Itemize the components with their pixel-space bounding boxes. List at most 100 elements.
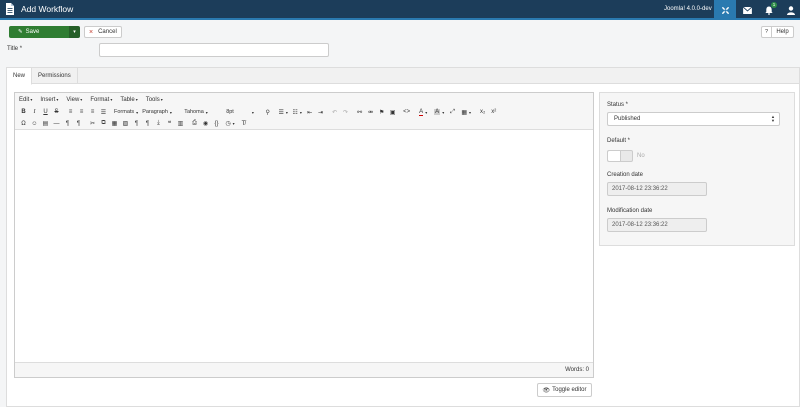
modification-date-field: 2017-08-12 23:36:22 — [607, 218, 707, 232]
horizontal-rule-icon[interactable]: — — [51, 119, 62, 129]
block-format-dropdown[interactable]: Paragraph ▾ — [140, 107, 182, 117]
toggle-editor-label: Toggle editor — [552, 387, 587, 393]
find-replace-icon[interactable]: ⚲ — [262, 107, 273, 117]
save-label: Save — [25, 29, 40, 35]
unlink-icon[interactable]: ⚮ — [365, 107, 376, 117]
align-left-icon[interactable]: ≡ — [65, 107, 76, 117]
user-menu-button[interactable] — [780, 0, 800, 20]
template-icon[interactable]: ▥ — [175, 119, 186, 129]
version-link[interactable]: Joomla! 4.0.0-dev — [664, 6, 712, 12]
subscript-icon[interactable]: x₂ — [477, 107, 488, 117]
editor-statusbar: Words: 0 — [15, 362, 593, 377]
creation-date-label: Creation date — [607, 172, 644, 178]
messages-button[interactable] — [736, 0, 758, 20]
numbered-list-icon[interactable]: ☷ ▾ — [290, 107, 304, 117]
menu-edit[interactable]: Edit▾ — [19, 97, 32, 103]
emoticons-icon[interactable]: ☺ — [29, 119, 40, 129]
title-label: Title * — [7, 46, 23, 52]
default-label: Default * — [607, 138, 631, 144]
notification-badge: 1 — [771, 2, 777, 8]
user-icon — [787, 5, 795, 15]
paste-icon[interactable]: ▦ — [109, 119, 120, 129]
tab-permissions[interactable]: Permissions — [32, 68, 78, 84]
background-color-icon[interactable]: A ▾ — [431, 107, 447, 117]
edit-icon: ✎ — [18, 29, 23, 35]
notifications-button[interactable]: 1 — [758, 0, 780, 20]
menu-insert[interactable]: Insert▾ — [40, 97, 58, 103]
eye-icon: 👁 — [542, 387, 551, 394]
editor-menubar: Edit▾ Insert▾ View▾ Format▾ Table▾ Tools… — [15, 93, 593, 106]
select-arrows-icon: ▲ ▼ — [771, 114, 775, 123]
special-character-icon[interactable]: Ω — [18, 119, 29, 129]
superscript-icon[interactable]: x² — [488, 107, 499, 117]
editor-toolbar-row-1: B I U S ≡ ≡ ≡ ☰ Formats ▾ Paragraph ▾ Taho… — [15, 106, 593, 118]
cancel-button[interactable]: × Cancel — [84, 26, 122, 38]
rtl-icon[interactable]: ¶ — [73, 119, 84, 129]
creation-date-field: 2017-08-12 23:36:22 — [607, 182, 707, 196]
align-justify-icon[interactable]: ☰ — [98, 107, 109, 117]
strikethrough-icon[interactable]: S — [51, 107, 62, 117]
default-switch[interactable] — [607, 150, 633, 162]
default-value: No — [637, 153, 645, 159]
menu-table[interactable]: Table▾ — [120, 97, 137, 103]
tab-new[interactable]: New — [7, 68, 33, 85]
switch-knob — [608, 151, 621, 161]
help-button[interactable]: Help — [772, 26, 794, 38]
envelope-icon — [742, 6, 752, 14]
font-family-dropdown[interactable]: Tahoma ▾ — [182, 107, 224, 117]
indent-icon[interactable]: ⇥ — [315, 107, 326, 117]
table-icon[interactable]: ▦ ▾ — [458, 107, 474, 117]
code-sample-icon[interactable]: {} — [211, 119, 222, 129]
cut-icon[interactable]: ✂ — [87, 119, 98, 129]
formats-dropdown[interactable]: Formats ▾ — [112, 107, 140, 117]
italic-icon[interactable]: I — [29, 107, 40, 117]
outdent-icon[interactable]: ⇤ — [304, 107, 315, 117]
visual-blocks-icon[interactable]: ¶ — [142, 119, 153, 129]
align-right-icon[interactable]: ≡ — [87, 107, 98, 117]
word-count: Words: 0 — [565, 367, 589, 373]
clear-formatting-icon[interactable]: T̸ — [238, 119, 249, 129]
fullscreen-icon[interactable]: ⤢ — [447, 107, 458, 117]
help-question-icon[interactable]: ? — [761, 26, 772, 38]
code-icon[interactable]: <> — [401, 107, 412, 117]
page-title: Add Workflow — [21, 4, 74, 14]
anchor-icon[interactable]: ⚑ — [376, 107, 387, 117]
action-toolbar: ✎ Save ▾ × Cancel ? Help — [0, 22, 800, 40]
insert-datetime-icon[interactable]: ◷ ▾ — [222, 119, 238, 129]
paste-text-icon[interactable]: ▨ — [120, 119, 131, 129]
preview-icon[interactable]: ◉ — [200, 119, 211, 129]
image-icon[interactable]: ▣ — [387, 107, 398, 117]
editor-toolbar-row-2: Ω ☺ ▤ — ¶ ¶ ✂ ⧉ ▦ ▨ ¶ ¶ ⤓ ❝ ▥ ⎙ ◉ {} ◷ ▾ … — [15, 118, 593, 130]
title-input[interactable] — [99, 43, 329, 57]
document-icon — [0, 0, 20, 19]
media-icon[interactable]: ▤ — [40, 119, 51, 129]
save-dropdown-toggle[interactable]: ▾ — [69, 26, 80, 38]
blockquote-icon[interactable]: ❝ — [164, 119, 175, 129]
link-icon[interactable]: ⚯ — [354, 107, 365, 117]
ltr-icon[interactable]: ¶ — [62, 119, 73, 129]
visual-chars-icon[interactable]: ¶ — [131, 119, 142, 129]
status-value: Published — [614, 116, 641, 122]
text-color-icon[interactable]: A ▾ — [415, 107, 431, 117]
bullet-list-icon[interactable]: ☰ ▾ — [276, 107, 290, 117]
underline-icon[interactable]: U — [40, 107, 51, 117]
redo-icon[interactable]: ↷ — [340, 107, 351, 117]
editor-content-area[interactable] — [15, 131, 593, 362]
bold-icon[interactable]: B — [18, 107, 29, 117]
toggle-editor-button[interactable]: 👁 Toggle editor — [537, 383, 592, 397]
align-center-icon[interactable]: ≡ — [76, 107, 87, 117]
caret-down-icon: ▾ — [73, 29, 76, 35]
font-size-dropdown[interactable]: 8pt ▾ — [224, 107, 262, 117]
close-icon: × — [89, 28, 94, 36]
save-button[interactable]: ✎ Save — [9, 26, 69, 38]
print-icon[interactable]: ⎙ — [189, 119, 200, 129]
undo-icon[interactable]: ↶ — [329, 107, 340, 117]
save-content-icon[interactable]: ⤓ — [153, 119, 164, 129]
menu-format[interactable]: Format▾ — [90, 97, 112, 103]
joomla-logo-button[interactable] — [714, 0, 736, 20]
menu-tools[interactable]: Tools▾ — [146, 97, 163, 103]
joomla-icon — [721, 6, 729, 14]
copy-icon[interactable]: ⧉ — [98, 119, 109, 129]
menu-view[interactable]: View▾ — [66, 97, 82, 103]
status-select[interactable]: Published ▲ ▼ — [607, 112, 780, 126]
